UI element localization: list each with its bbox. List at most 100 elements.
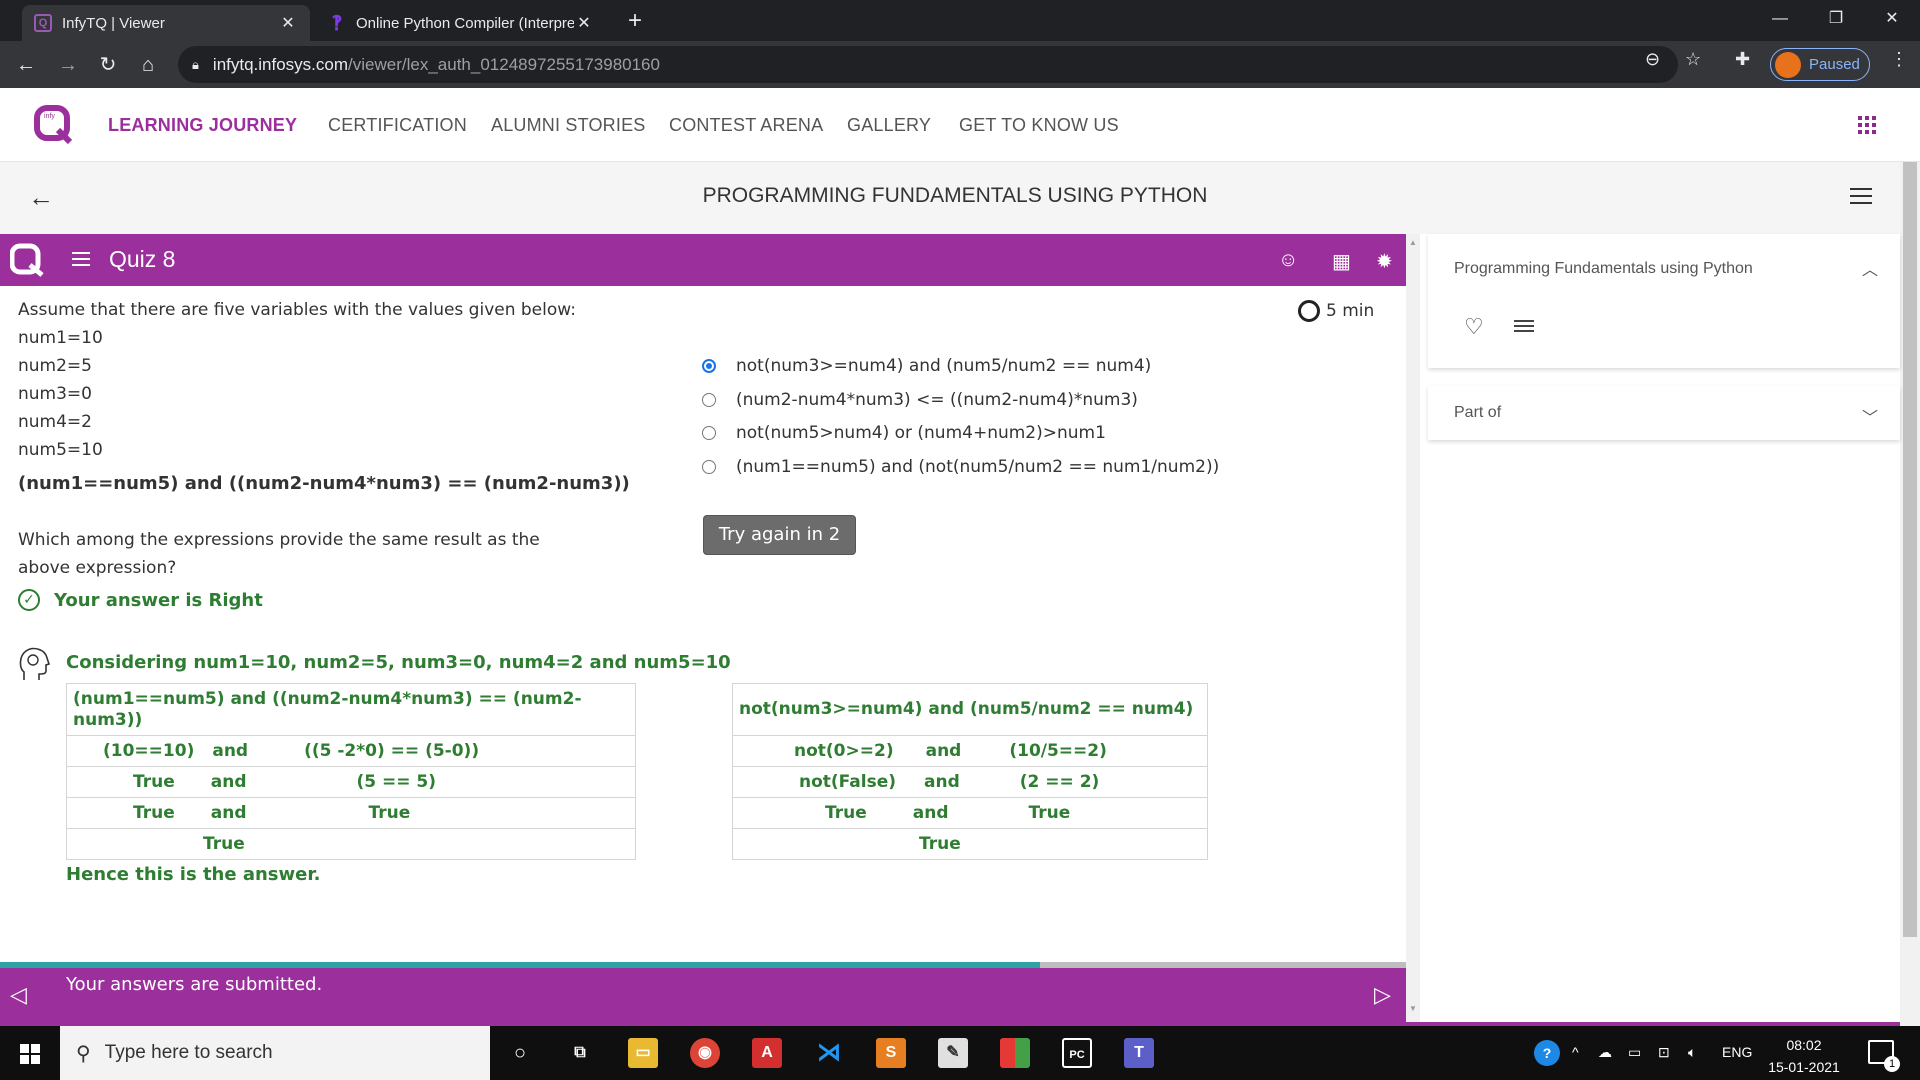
- file-explorer-icon[interactable]: ▭: [628, 1038, 658, 1068]
- svg-text:infy: infy: [44, 113, 55, 120]
- table-row: True and (5 == 5): [66, 766, 636, 798]
- part-of-card[interactable]: Part of ﹀: [1428, 386, 1900, 440]
- answer-option-4[interactable]: (num1==num5) and (not(num5/num2 == num1/…: [702, 457, 1219, 477]
- menu-icon[interactable]: [1850, 188, 1872, 209]
- submitted-message: Your answers are submitted.: [66, 974, 323, 995]
- question-text-line2: above expression?: [18, 558, 177, 578]
- heart-icon[interactable]: ♡: [1464, 314, 1484, 340]
- home-icon[interactable]: ⌂: [132, 49, 164, 81]
- content-scrollbar[interactable]: ▲ ▼: [1406, 234, 1420, 1026]
- table-row: not(False) and (2 == 2): [732, 766, 1208, 798]
- calendar-icon[interactable]: ▦: [1332, 249, 1351, 274]
- table-cell: True: [133, 803, 175, 823]
- table-cell: (2 == 2): [1019, 772, 1100, 792]
- windows-start-icon[interactable]: [20, 1044, 40, 1064]
- explanation-table-right: not(num3>=num4) and (num5/num2 == num4) …: [732, 683, 1208, 860]
- nav-get-to-know-us[interactable]: GET TO KNOW US: [959, 115, 1119, 136]
- table-cell: True: [825, 803, 867, 823]
- scrollbar-thumb[interactable]: [1903, 162, 1917, 937]
- help-icon[interactable]: ?: [1534, 1040, 1560, 1066]
- nav-alumni-stories[interactable]: ALUMNI STORIES: [491, 115, 646, 136]
- nav-gallery[interactable]: GALLERY: [847, 115, 931, 136]
- back-icon[interactable]: ←: [10, 49, 42, 81]
- settings-gear-icon[interactable]: ✹: [1376, 249, 1393, 274]
- cortana-icon[interactable]: ○: [505, 1038, 535, 1068]
- profile-status: Paused: [1809, 56, 1860, 73]
- taskbar-clock[interactable]: 08:02 15-01-2021: [1764, 1034, 1844, 1078]
- radio-unselected[interactable]: [702, 393, 716, 407]
- answer-option-2[interactable]: (num2-num4*num3) <= ((num2-num4)*num3): [702, 390, 1138, 410]
- new-tab-button[interactable]: +: [620, 6, 650, 36]
- quiz-header: Quiz 8 ☺ ▦ ✹: [0, 234, 1406, 286]
- variable-num1: num1=10: [18, 328, 103, 348]
- task-view-icon[interactable]: ⧉: [565, 1038, 595, 1068]
- apps-grid-icon[interactable]: [1858, 116, 1876, 134]
- scroll-down-icon[interactable]: ▼: [1409, 1004, 1417, 1013]
- infytq-logo[interactable]: infy: [34, 104, 74, 144]
- thinking-head-icon: [19, 647, 50, 680]
- close-tab-icon[interactable]: ✕: [574, 13, 594, 33]
- page-scrollbar[interactable]: [1900, 162, 1920, 1026]
- table-cell: True: [919, 834, 961, 854]
- restore-window-icon[interactable]: ❐: [1808, 0, 1864, 41]
- radio-unselected[interactable]: [702, 460, 716, 474]
- explanation-table-left: (num1==num5) and ((num2-num4*num3) == (n…: [66, 683, 636, 860]
- tab-title: InfyTQ | Viewer: [62, 14, 165, 32]
- radio-selected[interactable]: [702, 359, 716, 373]
- chevron-up-icon[interactable]: ︿: [1862, 256, 1878, 280]
- tab-infytq-viewer[interactable]: Q InfyTQ | Viewer ✕: [22, 5, 310, 41]
- table-cell: True: [1028, 803, 1071, 823]
- acrobat-icon[interactable]: A: [752, 1038, 782, 1068]
- previous-arrow-icon[interactable]: ◁: [10, 982, 27, 1008]
- zoom-icon[interactable]: ⊖: [1645, 49, 1660, 70]
- nav-certification[interactable]: CERTIFICATION: [328, 115, 467, 136]
- table-cell: and: [210, 803, 247, 823]
- answer-option-3[interactable]: not(num5>num4) or (num4+num2)>num1: [702, 423, 1106, 443]
- browser-toolbar: ← → ↻ ⌂ 🔒︎ infytq.infosys.com /viewer/le…: [0, 41, 1920, 88]
- pycharm-icon[interactable]: PC: [1062, 1038, 1092, 1068]
- table-row: (10==10) and ((5 -2*0) == (5-0)): [66, 735, 636, 767]
- close-tab-icon[interactable]: ✕: [278, 13, 298, 33]
- timer-value: 5 min: [1326, 301, 1375, 321]
- playlist-icon[interactable]: [1514, 320, 1534, 335]
- address-bar[interactable]: 🔒︎ infytq.infosys.com /viewer/lex_auth_0…: [178, 46, 1678, 83]
- scroll-up-icon[interactable]: ▲: [1409, 238, 1417, 247]
- taskbar-search[interactable]: ⚲ Type here to search: [60, 1026, 490, 1080]
- volume-icon[interactable]: 🔈︎: [1688, 1044, 1696, 1061]
- reload-icon[interactable]: ↻: [92, 49, 124, 81]
- minimize-window-icon[interactable]: —: [1752, 0, 1808, 41]
- extensions-icon[interactable]: ✚: [1735, 49, 1750, 70]
- close-window-icon[interactable]: ✕: [1864, 0, 1920, 41]
- question-text-line1: Which among the expressions provide the …: [18, 530, 540, 550]
- try-again-button[interactable]: Try again in 2: [703, 515, 856, 555]
- bookmark-star-icon[interactable]: ☆: [1685, 49, 1701, 70]
- network-icon[interactable]: ⊡: [1658, 1044, 1670, 1061]
- table-row: not(0>=2) and (10/5==2): [732, 735, 1208, 767]
- sublime-icon[interactable]: S: [876, 1038, 906, 1068]
- windows-taskbar: ⚲ Type here to search ○ ⧉ ▭ ◉ A ⋊ S ✎ PC…: [0, 1026, 1920, 1080]
- teams-icon[interactable]: T: [1124, 1038, 1154, 1068]
- quiz-footer: ◁ Your answers are submitted. ▷: [0, 968, 1406, 1026]
- radio-unselected[interactable]: [702, 426, 716, 440]
- input-language[interactable]: ENG: [1722, 1044, 1752, 1060]
- next-arrow-icon[interactable]: ▷: [1374, 982, 1391, 1008]
- profile-button[interactable]: Paused: [1770, 48, 1870, 81]
- cloud-icon[interactable]: ☁: [1598, 1044, 1612, 1061]
- stopwatch-icon: [1298, 300, 1320, 322]
- vscode-icon[interactable]: ⋊: [814, 1038, 844, 1068]
- document-editor-icon[interactable]: ✎: [938, 1038, 968, 1068]
- nav-learning-journey[interactable]: LEARNING JOURNEY: [108, 115, 297, 136]
- quiz-menu-icon[interactable]: [72, 252, 90, 270]
- tab-python-compiler[interactable]: ‽ Online Python Compiler (Interpre ✕: [316, 5, 606, 41]
- chevron-up-icon[interactable]: ^: [1572, 1044, 1579, 1060]
- feedback-smiley-icon[interactable]: ☺: [1278, 249, 1298, 272]
- answer-option-1[interactable]: not(num3>=num4) and (num5/num2 == num4): [702, 356, 1151, 376]
- browser-menu-icon[interactable]: ⋮: [1890, 49, 1908, 70]
- windows-store-icon[interactable]: [1000, 1038, 1030, 1068]
- course-title: PROGRAMMING FUNDAMENTALS USING PYTHON: [702, 184, 1208, 207]
- forward-icon[interactable]: →: [52, 49, 84, 81]
- chevron-down-icon[interactable]: ﹀: [1862, 404, 1878, 428]
- nav-contest-arena[interactable]: CONTEST ARENA: [669, 115, 823, 136]
- chrome-icon[interactable]: ◉: [690, 1038, 720, 1068]
- battery-icon[interactable]: ▭: [1628, 1044, 1641, 1061]
